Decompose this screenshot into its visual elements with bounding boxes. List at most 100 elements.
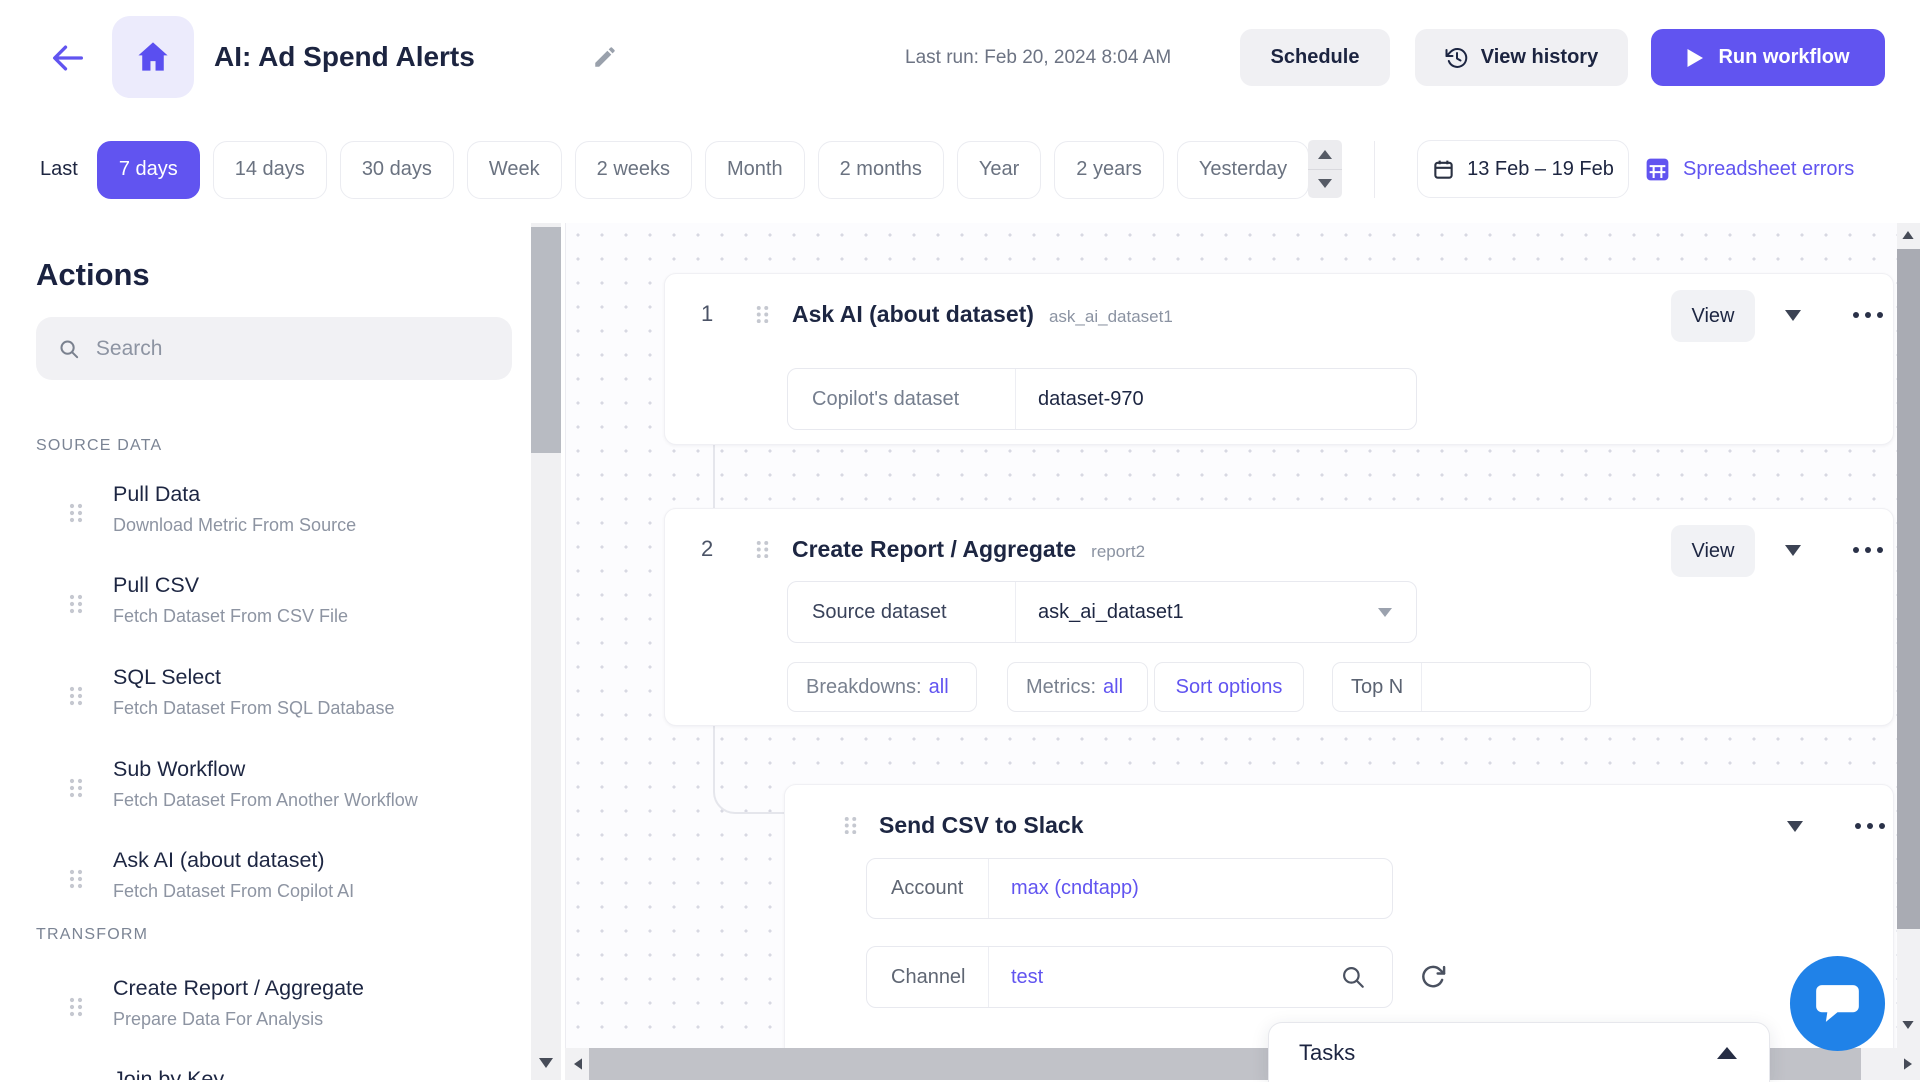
play-icon xyxy=(1686,48,1704,68)
account-value-link[interactable]: max (cndtapp) xyxy=(989,859,1392,918)
range-pill-month[interactable]: Month xyxy=(705,141,805,199)
field-source-dataset[interactable]: Source dataset ask_ai_dataset1 xyxy=(787,581,1417,643)
calendar-icon xyxy=(1432,158,1455,181)
view-history-label: View history xyxy=(1481,46,1598,69)
drag-handle-icon[interactable] xyxy=(68,502,84,524)
view-button[interactable]: View xyxy=(1671,290,1755,342)
breakdowns-value-link[interactable]: all xyxy=(929,676,949,699)
range-pill-year[interactable]: Year xyxy=(957,141,1041,199)
action-title: SQL Select xyxy=(113,661,221,693)
drag-handle-icon[interactable] xyxy=(755,539,770,565)
stepper-up-button[interactable] xyxy=(1308,140,1342,170)
range-pill-2-months[interactable]: 2 months xyxy=(818,141,944,199)
step-menu-button[interactable] xyxy=(1853,312,1883,318)
chevron-down-icon xyxy=(1787,821,1803,832)
action-desc: Fetch Dataset From Another Workflow xyxy=(113,787,418,814)
back-button[interactable] xyxy=(48,38,88,78)
source-dataset-select[interactable]: ask_ai_dataset1 xyxy=(1016,582,1416,642)
search-icon[interactable] xyxy=(1340,964,1366,990)
sidebar-item-join-by-key[interactable]: Join by Key xyxy=(0,1063,520,1080)
view-button[interactable]: View xyxy=(1671,525,1755,577)
drag-handle-icon[interactable] xyxy=(68,868,84,890)
step-menu-button[interactable] xyxy=(1853,547,1883,553)
channel-value-input[interactable]: test xyxy=(989,947,1392,1007)
top-n-chip[interactable]: Top N xyxy=(1332,662,1591,712)
range-pill-yesterday[interactable]: Yesterday xyxy=(1177,141,1309,199)
range-pill-14-days[interactable]: 14 days xyxy=(213,141,327,199)
range-pill-group: Last 7 days 14 days 30 days Week 2 weeks… xyxy=(40,116,1309,223)
range-stepper[interactable] xyxy=(1308,140,1342,198)
sidebar-item-sql-select[interactable]: SQL Select Fetch Dataset From SQL Databa… xyxy=(0,661,520,743)
edit-pencil-icon[interactable] xyxy=(592,44,618,70)
step-title: Ask AI (about dataset)ask_ai_dataset1 xyxy=(792,301,1173,328)
collapse-up-icon[interactable] xyxy=(1717,1047,1737,1059)
step-menu-button[interactable] xyxy=(1855,823,1885,829)
sidebar-item-pull-data[interactable]: Pull Data Download Metric From Source xyxy=(0,478,520,560)
scrollbar-down-arrow[interactable] xyxy=(1902,1021,1913,1029)
metrics-label: Metrics: xyxy=(1026,676,1096,699)
home-button[interactable] xyxy=(112,16,194,98)
scrollbar-down-arrow[interactable] xyxy=(539,1058,553,1068)
spreadsheet-errors-link[interactable]: Spreadsheet errors xyxy=(1643,140,1854,198)
drag-handle-icon[interactable] xyxy=(755,304,770,330)
sidebar-item-sub-workflow[interactable]: Sub Workflow Fetch Dataset From Another … xyxy=(0,753,520,835)
range-pill-2-years[interactable]: 2 years xyxy=(1054,141,1164,199)
drag-handle-icon[interactable] xyxy=(843,815,858,841)
range-pill-2-weeks[interactable]: 2 weeks xyxy=(575,141,692,199)
sidebar-scrollbar-thumb[interactable] xyxy=(531,227,561,453)
step-number: 1 xyxy=(701,301,713,327)
drag-handle-icon[interactable] xyxy=(68,996,84,1018)
sidebar-item-ask-ai[interactable]: Ask AI (about dataset) Fetch Dataset Fro… xyxy=(0,844,520,926)
refresh-icon[interactable] xyxy=(1419,963,1447,991)
drag-handle-icon[interactable] xyxy=(68,685,84,707)
range-pill-30-days[interactable]: 30 days xyxy=(340,141,454,199)
metrics-chip[interactable]: Metrics: all xyxy=(1007,662,1148,712)
collapse-step-button[interactable] xyxy=(1787,821,1803,832)
tasks-panel[interactable]: Tasks xyxy=(1268,1022,1770,1082)
scrollbar-up-arrow[interactable] xyxy=(1902,231,1913,239)
action-title: Create Report / Aggregate xyxy=(113,972,364,1004)
last-run-text: Last run: Feb 20, 2024 8:04 AM xyxy=(905,45,1171,71)
date-range-picker[interactable]: 13 Feb – 19 Feb xyxy=(1417,140,1629,198)
channel-value-text: test xyxy=(1011,966,1043,989)
back-arrow-icon xyxy=(48,38,88,78)
scrollbar-right-arrow[interactable] xyxy=(1904,1058,1912,1069)
field-channel[interactable]: Channel test xyxy=(866,946,1393,1008)
field-value[interactable]: dataset-970 xyxy=(1016,369,1416,429)
collapse-step-button[interactable] xyxy=(1785,310,1801,321)
sidebar-title: Actions xyxy=(36,257,150,293)
canvas-vertical-scrollbar[interactable] xyxy=(1897,223,1920,1048)
sidebar-search[interactable] xyxy=(36,317,512,380)
action-desc: Fetch Dataset From CSV File xyxy=(113,603,348,630)
step-title-text: Send CSV to Slack xyxy=(879,812,1084,838)
drag-handle-icon[interactable] xyxy=(68,777,84,799)
collapse-step-button[interactable] xyxy=(1785,545,1801,556)
chevron-down-icon xyxy=(1785,545,1801,556)
range-pill-week[interactable]: Week xyxy=(467,141,562,199)
sidebar-item-pull-csv[interactable]: Pull CSV Fetch Dataset From CSV File xyxy=(0,569,520,651)
drag-handle-icon[interactable] xyxy=(68,593,84,615)
vertical-scrollbar-thumb[interactable] xyxy=(1897,249,1920,929)
run-workflow-button[interactable]: Run workflow xyxy=(1651,29,1885,86)
search-input[interactable] xyxy=(96,337,490,361)
chat-launcher-button[interactable] xyxy=(1789,955,1886,1052)
breakdowns-chip[interactable]: Breakdowns: all xyxy=(787,662,977,712)
date-range-text: 13 Feb – 19 Feb xyxy=(1467,158,1614,181)
range-pill-7-days[interactable]: 7 days xyxy=(97,141,200,199)
view-history-button[interactable]: View history xyxy=(1415,29,1628,86)
metrics-value-link[interactable]: all xyxy=(1103,676,1123,699)
step-connector-line xyxy=(713,445,715,509)
chevron-down-icon xyxy=(1785,310,1801,321)
field-account[interactable]: Account max (cndtapp) xyxy=(866,858,1393,919)
sort-options-chip[interactable]: Sort options xyxy=(1154,662,1304,712)
scrollbar-left-arrow[interactable] xyxy=(574,1058,582,1069)
field-copilots-dataset[interactable]: Copilot's dataset dataset-970 xyxy=(787,368,1417,430)
stepper-down-button[interactable] xyxy=(1308,170,1342,199)
sidebar-scrollbar[interactable] xyxy=(531,223,561,1080)
workflow-canvas: 1 Ask AI (about dataset)ask_ai_dataset1 … xyxy=(565,223,1897,1048)
step-number: 2 xyxy=(701,536,713,562)
dropdown-arrow-icon xyxy=(1378,608,1392,617)
sidebar-item-create-report[interactable]: Create Report / Aggregate Prepare Data F… xyxy=(0,972,520,1054)
schedule-button[interactable]: Schedule xyxy=(1240,29,1390,86)
step-header: 1 Ask AI (about dataset)ask_ai_dataset1 … xyxy=(665,274,1893,354)
